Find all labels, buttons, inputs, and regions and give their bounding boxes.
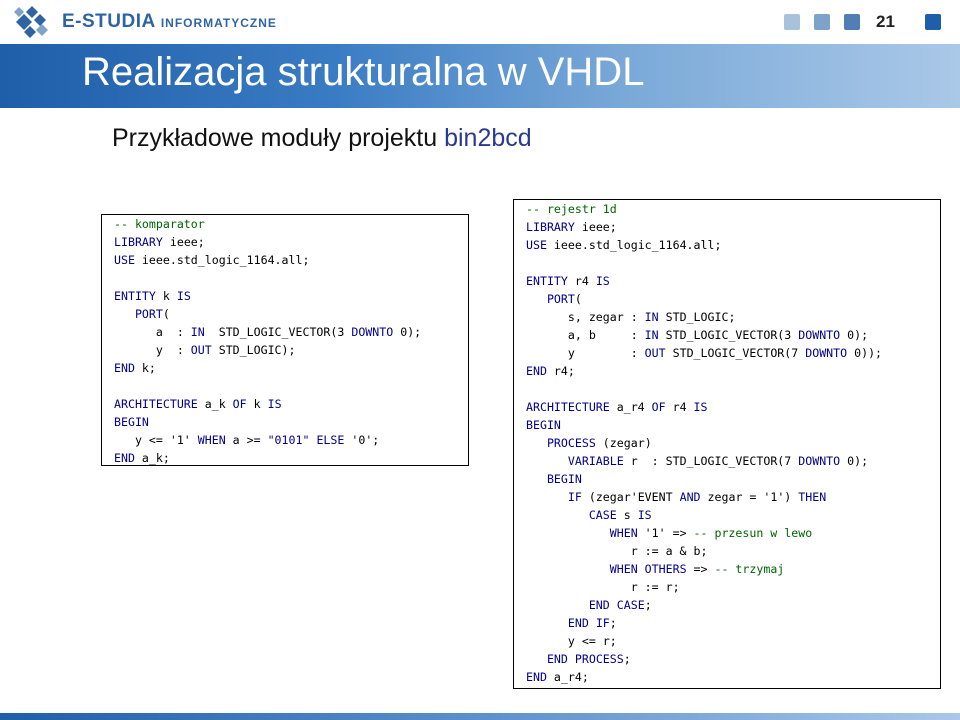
rejestr-code-line: ENTITY r4 IS: [526, 274, 610, 288]
rejestr-code-line: END a_r4;: [526, 670, 589, 684]
rejestr-code-line: r := a & b;: [630, 544, 708, 558]
komparator-code-line: USE ieee.std_logic_1164.all;: [114, 253, 310, 267]
rejestr-code-line: a, b : IN STD_LOGIC_VECTOR(3 DOWNTO 0);: [526, 328, 869, 342]
komparator-code-line: BEGIN: [114, 415, 149, 429]
rejestr-code-line: CASE s IS: [588, 508, 652, 522]
komparator-code-line: END a_k;: [114, 451, 170, 465]
komparator-code-line: END k;: [114, 361, 156, 375]
komparator-code-line: y : OUT STD_LOGIC);: [114, 343, 296, 357]
bottom-bar: [0, 713, 960, 720]
rejestr-code-line: s, zegar : IN STD_LOGIC;: [526, 310, 736, 324]
rejestr-code-line: -- rejestr 1d: [526, 202, 617, 216]
komparator-code-line: a : IN STD_LOGIC_VECTOR(3 DOWNTO 0);: [114, 325, 422, 339]
nav-square-3: [844, 14, 860, 30]
brand-sub: INFORMATYCZNE: [160, 16, 277, 30]
nav-square-4: [925, 14, 941, 30]
code-box-rejestr: -- rejestr 1d LIBRARY ieee; USE ieee.std…: [513, 199, 941, 689]
rejestr-code-line: r := r;: [630, 580, 680, 594]
code-box-komparator: -- komparator LIBRARY ieee; USE ieee.std…: [101, 214, 469, 466]
rejestr-code-line: BEGIN: [526, 418, 561, 432]
brand: E-STUDIA INFORMATYCZNE: [62, 11, 277, 33]
slide-title: Realizacja strukturalna w VHDL: [82, 50, 645, 94]
page-number: 21: [876, 12, 895, 31]
rejestr-code-line: ARCHITECTURE a_r4 OF r4 IS: [526, 400, 708, 414]
rejestr-code-line: USE ieee.std_logic_1164.all;: [526, 238, 722, 252]
nav-square-1: [784, 14, 800, 30]
rejestr-code-line: END CASE;: [588, 598, 652, 612]
komparator-code-line: PORT(: [134, 307, 170, 321]
rejestr-code-line: PROCESS (zegar): [546, 436, 652, 450]
brand-main: E-STUDIA: [62, 11, 156, 32]
rejestr-code-line: y : OUT STD_LOGIC_VECTOR(7 DOWNTO 0));: [526, 346, 883, 360]
code-listing-rejestr: -- rejestr 1d LIBRARY ieee; USE ieee.std…: [526, 200, 940, 686]
komparator-code-line: y <= '1' WHEN a >= "0101" ELSE '0';: [114, 433, 380, 447]
komparator-code-line: ENTITY k IS: [114, 289, 191, 303]
subtitle-highlight: bin2bcd: [444, 124, 532, 152]
komparator-code-line: LIBRARY ieee;: [114, 235, 205, 249]
rejestr-code-line: y <= r;: [567, 634, 617, 648]
nav-square-2: [814, 14, 830, 30]
rejestr-code-line: LIBRARY ieee;: [526, 220, 617, 234]
rejestr-code-line: WHEN '1' => -- przesun w lewo: [609, 526, 813, 540]
slide-subtitle: Przykładowe moduły projektu bin2bcd: [112, 124, 532, 153]
rejestr-code-line: IF (zegar'EVENT AND zegar = '1') THEN: [567, 490, 827, 504]
e-studia-logo-icon: [14, 6, 48, 38]
rejestr-code-line: VARIABLE r : STD_LOGIC_VECTOR(7 DOWNTO 0…: [567, 454, 869, 468]
header: E-STUDIA INFORMATYCZNE 21: [0, 0, 960, 44]
rejestr-code-line: PORT(: [546, 292, 582, 306]
rejestr-code-line: END IF;: [567, 616, 617, 630]
komparator-code-line: -- komparator: [114, 217, 205, 231]
subtitle-prefix: Przykładowe moduły projektu: [112, 124, 445, 152]
rejestr-code-line: END r4;: [526, 364, 575, 378]
rejestr-code-line: BEGIN: [546, 472, 582, 486]
code-listing-komparator: -- komparator LIBRARY ieee; USE ieee.std…: [114, 215, 468, 467]
komparator-code-line: ARCHITECTURE a_k OF k IS: [114, 397, 282, 411]
rejestr-code-line: WHEN OTHERS => -- trzymaj: [609, 562, 785, 576]
rejestr-code-line: END PROCESS;: [546, 652, 631, 666]
